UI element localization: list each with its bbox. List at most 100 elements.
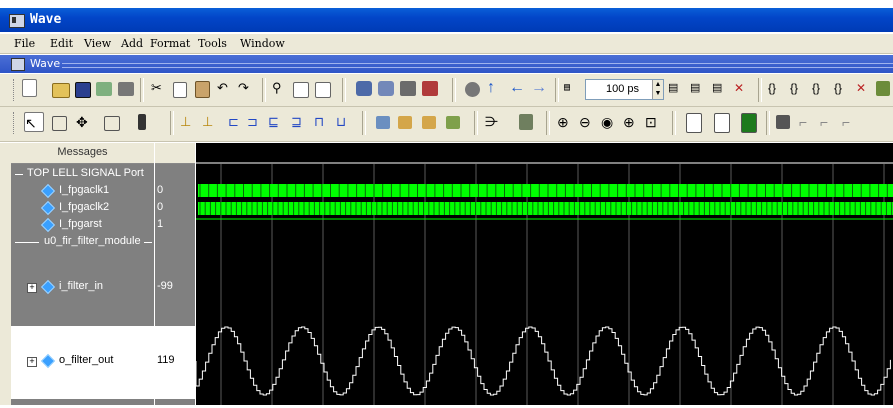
edge-any-icon[interactable]: ⌐ [842,112,860,130]
run-length-icon[interactable]: ▤ [564,79,582,97]
step-icon[interactable]: {} [768,79,786,97]
zoom-out-icon[interactable]: ⊖ [579,112,597,130]
bookmark-goto-icon[interactable] [446,116,460,129]
messages-header[interactable]: Messages [11,143,154,164]
find-next-transition-icon[interactable]: ⊒ [291,112,309,130]
expression-search-icon[interactable]: ⊓ [314,112,332,130]
print-icon[interactable] [118,82,134,96]
divider-module-label: u0_fir_filter_module [44,235,141,247]
signal-diamond-icon [40,217,56,233]
paste-icon[interactable] [195,81,210,98]
wave-style-fill-icon[interactable] [741,113,757,133]
bookmark-add-icon[interactable] [398,116,412,129]
signal-name: I_fpgaclk2 [59,201,110,213]
zoom-full-icon[interactable]: ◉ [601,112,619,130]
stop-icon[interactable] [465,82,480,97]
spin-arrows-icon[interactable]: ▲ ▼ [652,80,663,99]
restart-icon[interactable]: ✕ [856,79,874,97]
step-over-icon[interactable]: {} [790,79,808,97]
zoom-mode-icon[interactable] [52,116,67,131]
zoom-region-icon[interactable]: ⊡ [645,112,663,130]
separator [758,78,762,102]
filter-out-trace [195,326,891,396]
menu-edit[interactable]: Edit [50,37,73,50]
zoom-in-icon[interactable]: ⊕ [557,112,575,130]
new-file-icon[interactable] [22,79,37,97]
separator [555,78,559,102]
run-length-input[interactable]: 100 ps ▲ ▼ [585,79,664,100]
find-prev-transition-icon[interactable]: ⊑ [268,112,286,130]
separator [672,111,676,135]
dataflow-icon[interactable] [876,81,890,96]
signal-names-pane: Messages TOP LELL SIGNAL Port I_fpgaclk1… [11,143,154,405]
pan-icon[interactable]: ✥ [76,112,94,130]
delete-cursor-icon[interactable]: ⊥ [202,112,220,130]
menu-window[interactable]: Window [240,37,285,50]
cut-icon[interactable]: ✂ [151,79,169,97]
next-edge-icon[interactable]: ⊐ [247,112,265,130]
hierarchy-icon[interactable] [315,82,331,98]
redo-icon[interactable]: ↷ [238,79,256,97]
signal-diamond-icon [40,183,56,199]
separator [362,111,366,135]
break-run-icon[interactable]: ✕ [734,79,752,97]
expand-icon[interactable]: + [27,283,37,293]
title-bar: Wave [0,8,893,32]
value-fpgarst: 1 [157,218,164,230]
menu-tools[interactable]: Tools [198,37,227,50]
find-icon[interactable]: ⚲ [272,79,290,97]
step-back-icon[interactable]: {} [834,79,852,97]
bookmark-icon[interactable] [376,116,390,129]
time-header [196,143,893,163]
prev-edge-icon[interactable]: ⊏ [228,112,246,130]
waveform-canvas[interactable] [195,143,893,405]
arrow-up-icon[interactable]: ↑ [487,79,505,97]
zoom-cursor-icon[interactable]: ⊕ [623,112,641,130]
continue-icon[interactable]: ▤ [690,79,708,97]
expand-icon[interactable]: + [27,357,37,367]
wave-style-cursor-icon[interactable] [714,113,730,133]
search-value-icon[interactable]: ⊔ [336,112,354,130]
app-icon [9,14,25,28]
menu-file[interactable]: File [14,37,35,50]
wave-style-line-icon[interactable] [686,113,702,133]
arrow-right-icon[interactable]: → [531,79,549,97]
run-all-icon[interactable]: ▤ [712,79,730,97]
tree-icon[interactable] [293,82,309,98]
wave-compare-icon[interactable] [519,114,533,130]
waveform-pane[interactable] [195,143,893,405]
open-folder-icon[interactable] [52,83,70,98]
menu-view[interactable]: View [84,37,111,50]
traffic-light-icon[interactable] [138,114,146,130]
step-out-icon[interactable]: {} [812,79,830,97]
bookmark-edit-icon[interactable] [422,116,436,129]
select-pointer-icon[interactable]: ↖ [24,112,44,132]
signal-name: o_filter_out [59,354,114,366]
add-cursor-icon[interactable]: ⊥ [180,112,198,130]
toolbar-grip [13,112,17,134]
compile-all-icon[interactable] [378,81,394,96]
compile-icon[interactable] [356,81,372,96]
break-icon[interactable] [422,81,438,96]
undo-icon[interactable]: ↶ [217,79,235,97]
values-header[interactable] [155,143,195,164]
separator [262,78,266,102]
edge-rise-icon[interactable]: ⌐ [799,112,817,130]
reload-icon[interactable] [96,82,112,96]
copy-icon[interactable] [173,82,187,98]
signal-dataflow-icon[interactable]: ⋺ [485,112,503,130]
edit-mode-icon[interactable] [104,116,120,131]
edge-fall-icon[interactable]: ⌐ [820,112,838,130]
dataset-icon[interactable] [776,115,790,129]
menu-format[interactable]: Format [150,37,190,50]
separator [546,111,550,135]
arrow-left-icon[interactable]: ← [509,79,527,97]
save-icon[interactable] [75,82,91,98]
menu-add[interactable]: Add [121,37,143,50]
separator [474,111,478,135]
signal-name: I_fpgaclk1 [59,184,110,196]
menu-bar: File Edit View Add Format Tools Window [0,34,893,54]
run-icon[interactable]: ▤ [668,79,686,97]
simulate-icon[interactable] [400,81,416,96]
signal-name: i_filter_in [59,280,104,292]
